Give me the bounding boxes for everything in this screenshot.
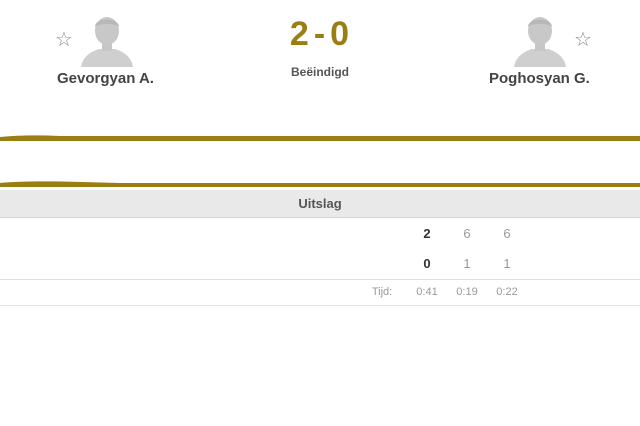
away-player-name[interactable]: Poghosyan G. (489, 70, 590, 87)
home-set-2-score: 6 (503, 226, 511, 241)
time-label: Tijd: (371, 286, 393, 298)
away-score: 0 (330, 15, 351, 53)
score-separator: - (313, 15, 327, 53)
home-sets-total: 2 (423, 226, 431, 241)
home-score: 2 (289, 15, 310, 53)
away-sets-total: 0 (423, 256, 431, 271)
away-set-1-score: 1 (463, 256, 471, 271)
away-set-2-score: 1 (503, 256, 511, 271)
home-set-1-score: 6 (463, 226, 471, 241)
time-total: 0:41 (416, 286, 438, 298)
divider-gold-line-2 (0, 181, 640, 187)
time-set-1: 0:19 (456, 286, 478, 298)
away-player-avatar-icon (512, 11, 568, 67)
divider-gold-line (0, 135, 640, 141)
away-favorite-star-icon[interactable]: ☆ (573, 27, 593, 51)
results-header: Uitslag (0, 190, 640, 218)
results-row-away: 0 1 1 (0, 249, 640, 280)
time-set-2: 0:22 (496, 286, 518, 298)
results-row-time: Tijd: 0:41 0:19 0:22 (0, 279, 640, 306)
results-row-home: 2 6 6 (0, 219, 640, 249)
